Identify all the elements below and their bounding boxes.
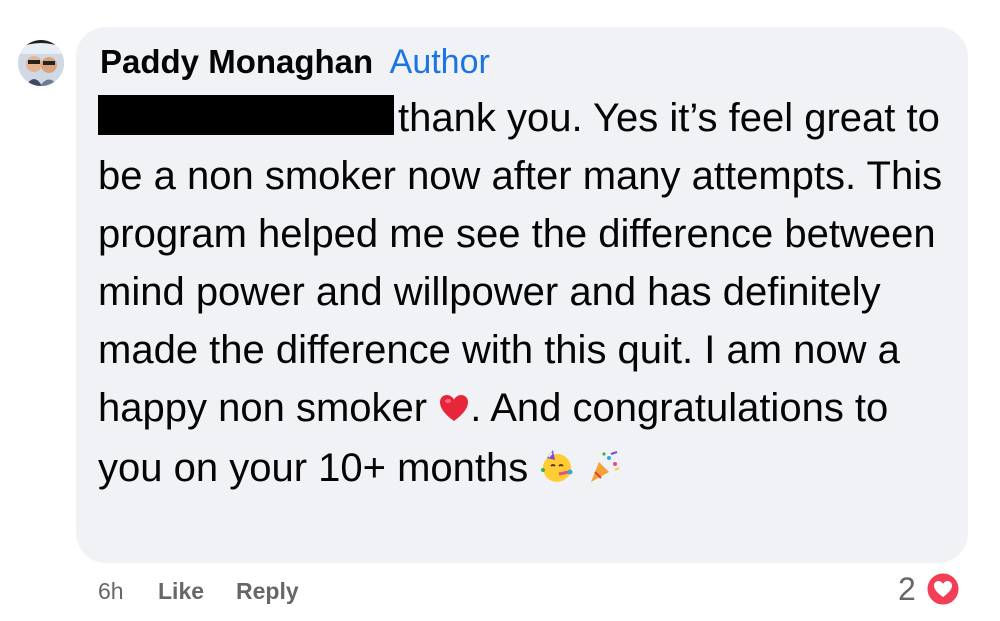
comment-header: Paddy Monaghan Author [100, 43, 490, 82]
comment-text: thank you. Yes it’s feel great to be a n… [98, 89, 958, 500]
party-popper-icon [587, 442, 621, 500]
heart-icon [438, 381, 470, 439]
avatar[interactable] [18, 40, 64, 86]
comment-bubble: Paddy Monaghan Author thank you. Yes it’… [76, 27, 968, 563]
author-name[interactable]: Paddy Monaghan [100, 43, 373, 80]
love-reaction-icon[interactable] [924, 570, 962, 608]
comment-actions: 6h Like Reply 2 [0, 566, 1000, 616]
author-badge: Author [389, 43, 490, 81]
partying-face-icon [539, 442, 575, 500]
redaction-bar [98, 95, 394, 135]
reaction-count[interactable]: 2 [898, 571, 916, 608]
timestamp[interactable]: 6h [98, 578, 124, 605]
avatar-photo [18, 40, 64, 86]
comment-text-part1: thank you. Yes it’s feel great to be a n… [98, 96, 943, 430]
reply-button[interactable]: Reply [236, 578, 299, 605]
like-button[interactable]: Like [158, 578, 204, 605]
